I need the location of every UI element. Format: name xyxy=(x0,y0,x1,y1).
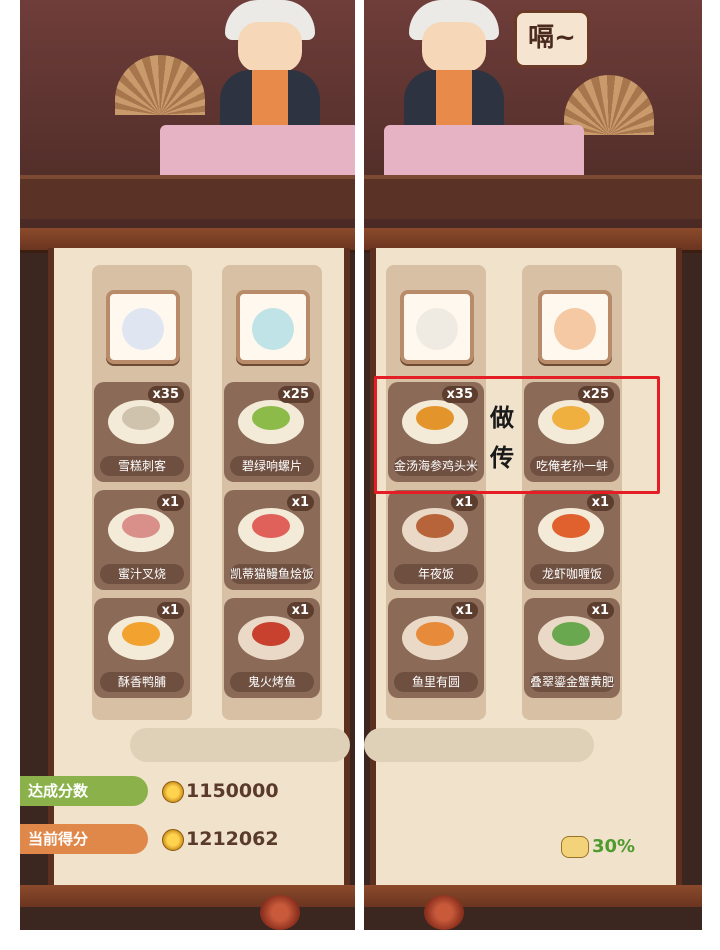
wooden-railing xyxy=(20,175,358,219)
dish-card[interactable]: x1 凯蒂猫鳗鱼烩饭 xyxy=(224,490,320,590)
dish-name: 龙虾咖喱饭 xyxy=(530,564,614,584)
dish-name: 鱼里有圆 xyxy=(394,672,478,692)
dish-name: 凯蒂猫鳗鱼烩饭 xyxy=(230,564,314,584)
scroll-bottom-rod xyxy=(364,885,702,907)
character-avatar xyxy=(554,308,596,350)
dish-name: 酥香鸭脯 xyxy=(100,672,184,692)
character-portrait-1[interactable] xyxy=(106,290,180,364)
customer-character xyxy=(210,0,330,140)
coin-icon xyxy=(162,781,184,803)
dish-count: x1 xyxy=(450,494,478,511)
character-avatar xyxy=(416,308,458,350)
progress-track xyxy=(364,728,594,762)
dish-count: x1 xyxy=(586,494,614,511)
dish-card[interactable]: x1 年夜饭 xyxy=(388,490,484,590)
panel-divider xyxy=(355,0,364,950)
dish-count: x1 xyxy=(156,602,184,619)
dish-card[interactable]: x35 雪糕刺客 xyxy=(94,382,190,482)
progress-track xyxy=(130,728,350,762)
dish-name: 鬼火烤鱼 xyxy=(230,672,314,692)
completion-percent: 30% xyxy=(592,836,636,857)
dish-count: x1 xyxy=(286,494,314,511)
character-avatar xyxy=(122,308,164,350)
dish-count: x1 xyxy=(286,602,314,619)
character-portrait-1[interactable] xyxy=(400,290,474,364)
highlight-box xyxy=(374,376,660,494)
dish-card[interactable]: x1 鬼火烤鱼 xyxy=(224,598,320,698)
current-score-value: 1212062 xyxy=(186,828,279,850)
handwritten-note: 传 xyxy=(490,443,514,472)
dish-name: 蜜汁叉烧 xyxy=(100,564,184,584)
knot-ornament xyxy=(260,895,300,930)
character-portrait-2[interactable] xyxy=(236,290,310,364)
dish-count: x1 xyxy=(156,494,184,511)
customer-character xyxy=(394,0,514,140)
scroll-bottom-rod xyxy=(20,885,358,907)
right-screenshot-panel: 嗝~ x35 金汤海参鸡头米 x1 年夜饭 x1 鱼里有圆 x25 吃俺老孙一蚌… xyxy=(364,0,702,930)
character-avatar xyxy=(252,308,294,350)
dish-name: 碧绿响螺片 xyxy=(230,456,314,476)
dish-card[interactable]: x25 碧绿响螺片 xyxy=(224,382,320,482)
knot-ornament xyxy=(424,895,464,930)
handwritten-note: 做 xyxy=(490,403,514,432)
target-score-value: 1150000 xyxy=(186,780,279,802)
current-score-label: 当前得分 xyxy=(20,824,148,854)
dish-count: x35 xyxy=(147,386,184,403)
dish-card[interactable]: x1 叠翠鎏金蟹黄肥 xyxy=(524,598,620,698)
dish-count: x1 xyxy=(586,602,614,619)
speech-bubble: 嗝~ xyxy=(514,10,590,68)
wooden-railing xyxy=(364,175,702,219)
dish-name: 年夜饭 xyxy=(394,564,478,584)
coin-icon xyxy=(162,829,184,851)
left-screenshot-panel: x35 雪糕刺客 x1 蜜汁叉烧 x1 酥香鸭脯 x25 碧绿响螺片 x1 凯蒂… xyxy=(20,0,358,930)
dish-count: x1 xyxy=(450,602,478,619)
character-portrait-2[interactable] xyxy=(538,290,612,364)
coin-pile-icon xyxy=(561,836,589,858)
dish-card[interactable]: x1 龙虾咖喱饭 xyxy=(524,490,620,590)
dish-card[interactable]: x1 蜜汁叉烧 xyxy=(94,490,190,590)
dish-card[interactable]: x1 酥香鸭脯 xyxy=(94,598,190,698)
dish-name: 叠翠鎏金蟹黄肥 xyxy=(530,672,614,692)
target-score-label: 达成分数 xyxy=(20,776,148,806)
dish-name: 雪糕刺客 xyxy=(100,456,184,476)
dish-count: x25 xyxy=(277,386,314,403)
dish-card[interactable]: x1 鱼里有圆 xyxy=(388,598,484,698)
